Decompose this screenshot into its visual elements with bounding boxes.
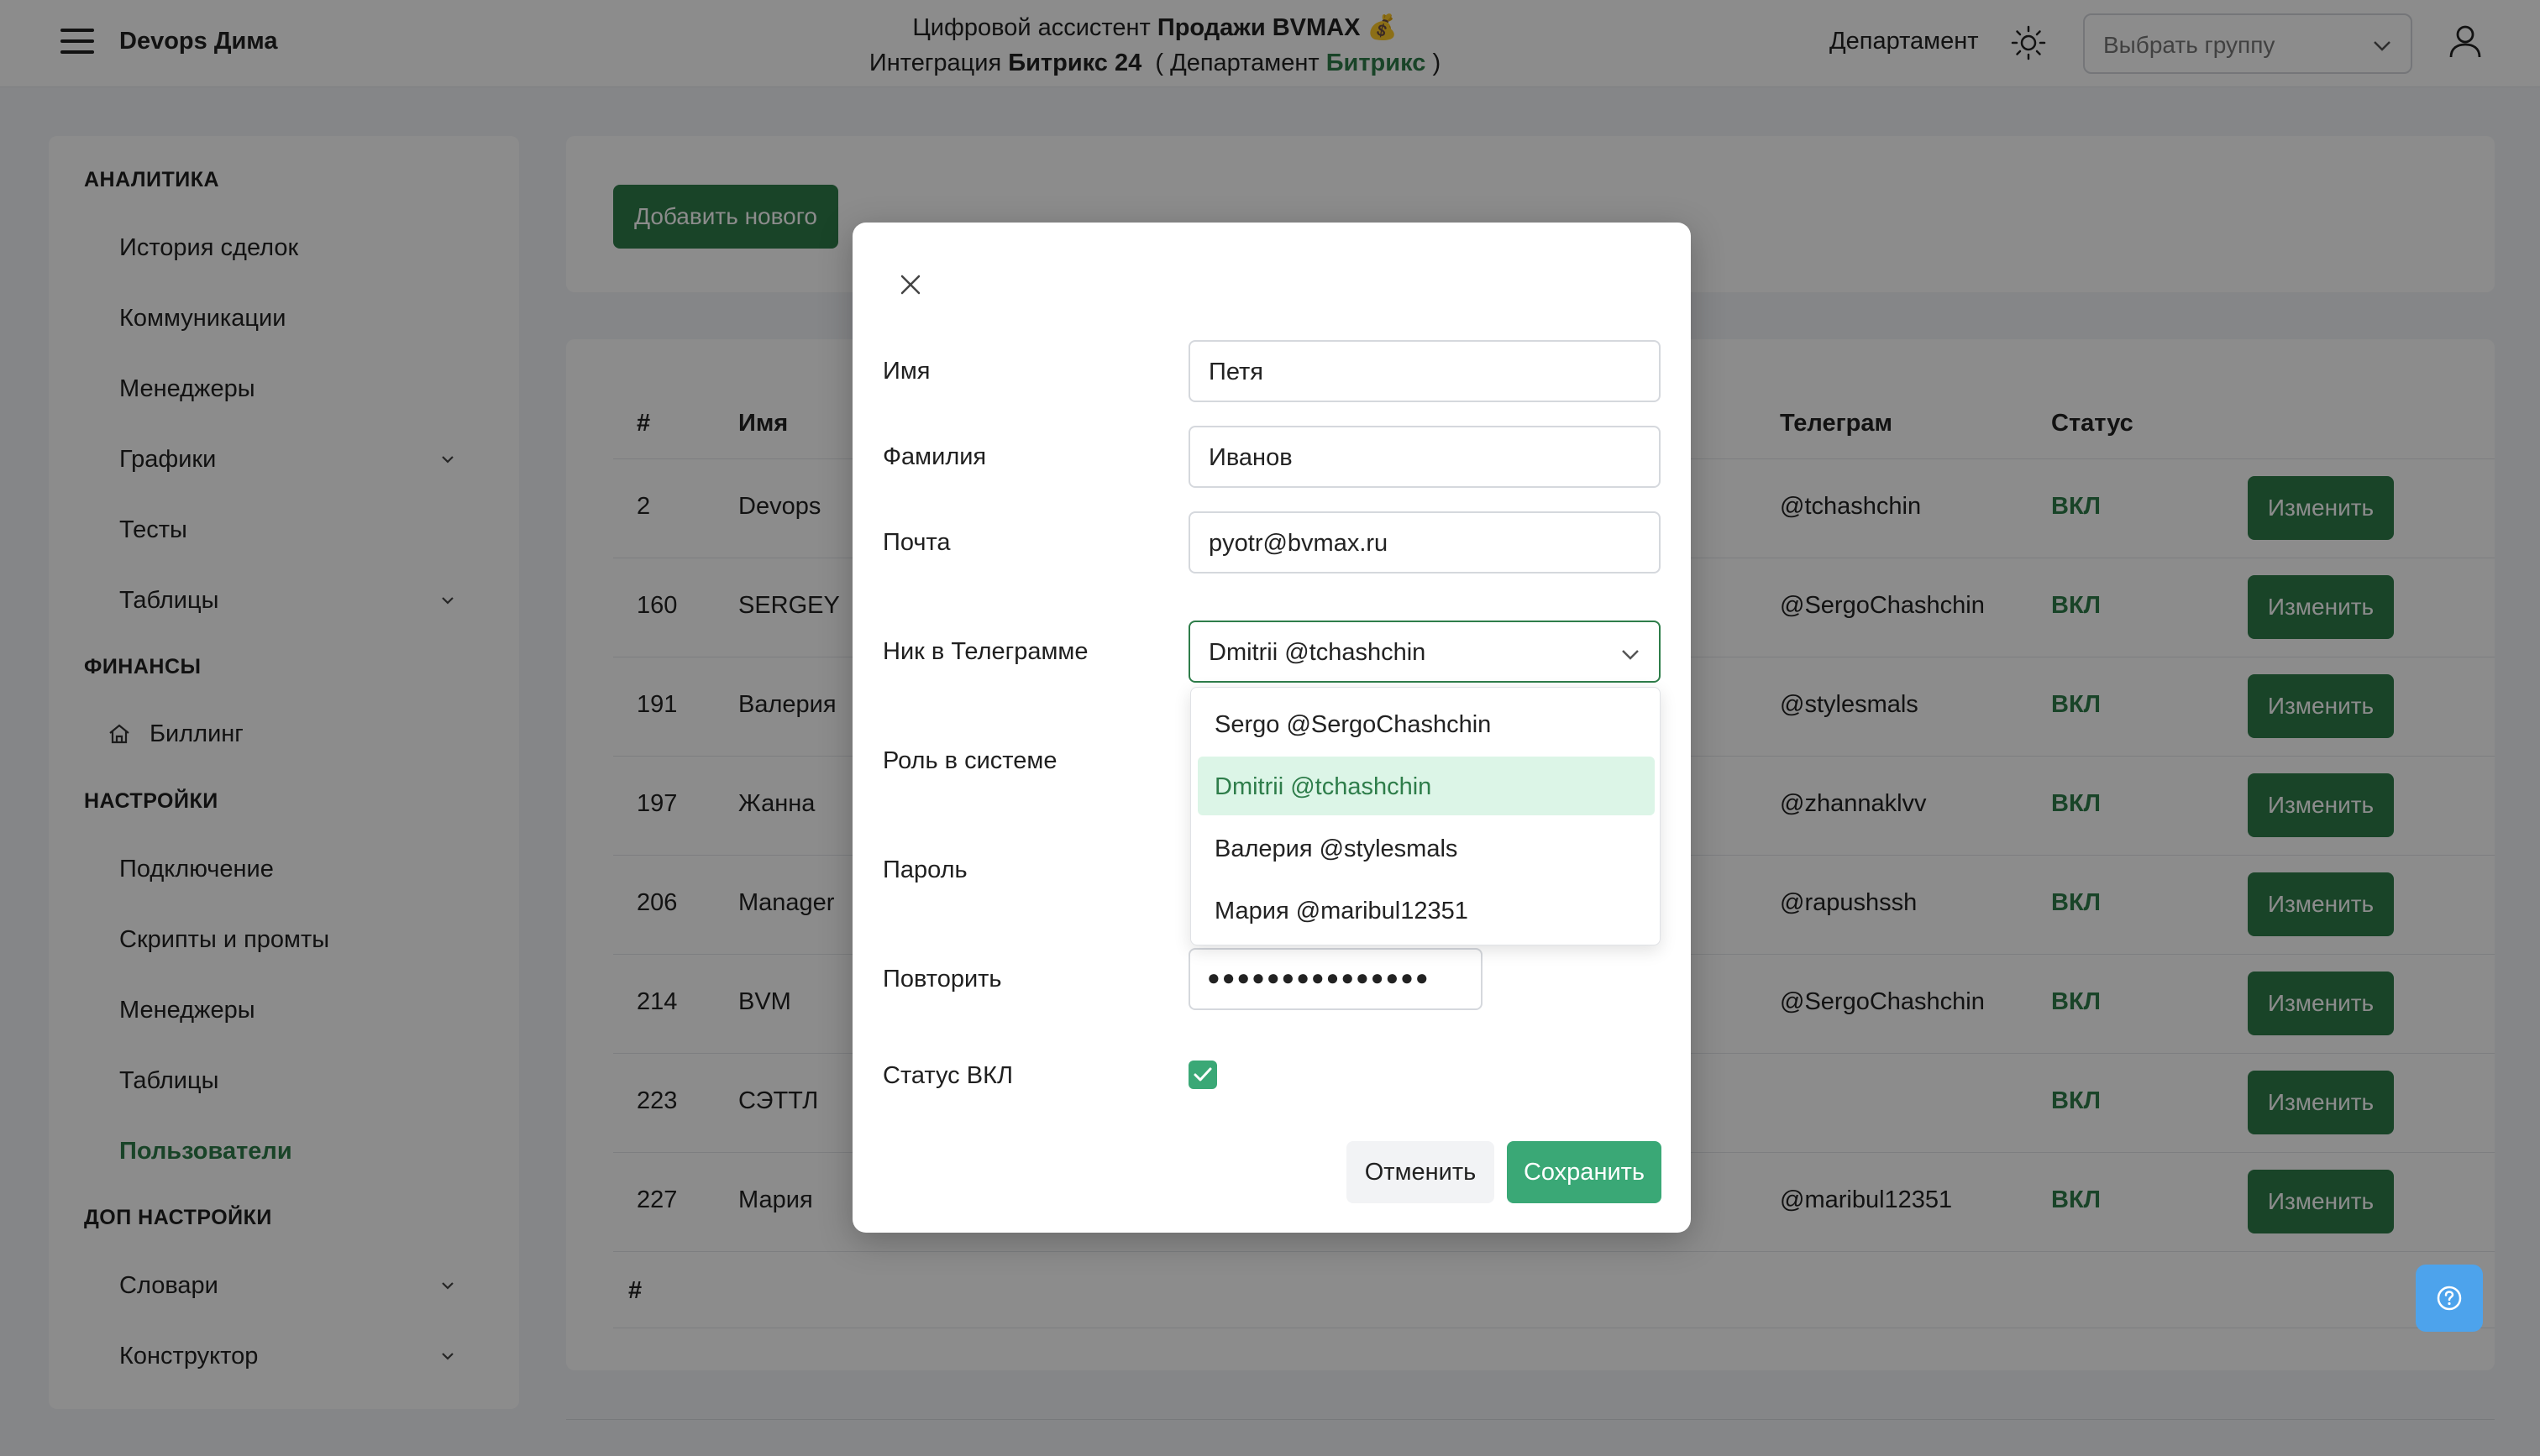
telegram-option[interactable]: Sergo @SergoChashchin bbox=[1198, 694, 1655, 753]
first-name-value: Петя bbox=[1209, 359, 1263, 385]
telegram-selected-value: Dmitrii @tchashchin bbox=[1209, 639, 1426, 666]
telegram-dropdown: Sergo @SergoChashchin Dmitrii @tchashchi… bbox=[1190, 687, 1661, 945]
email-value: pyotr@bvmax.ru bbox=[1209, 530, 1388, 557]
first-name-label: Имя bbox=[883, 358, 931, 385]
telegram-label: Ник в Телеграмме bbox=[883, 638, 1089, 665]
first-name-input[interactable]: Петя bbox=[1189, 340, 1661, 402]
question-icon bbox=[2437, 1286, 2462, 1311]
close-icon[interactable] bbox=[897, 271, 924, 298]
email-input[interactable]: pyotr@bvmax.ru bbox=[1189, 511, 1661, 573]
save-button[interactable]: Сохранить bbox=[1507, 1141, 1661, 1203]
telegram-select[interactable]: Dmitrii @tchashchin bbox=[1189, 621, 1661, 683]
last-name-label: Фамилия bbox=[883, 443, 987, 470]
cancel-button[interactable]: Отменить bbox=[1346, 1141, 1494, 1203]
last-name-input[interactable]: Иванов bbox=[1189, 426, 1661, 488]
telegram-option[interactable]: Валерия @stylesmals bbox=[1198, 819, 1655, 877]
status-checkbox[interactable] bbox=[1189, 1061, 1217, 1089]
chevron-down-icon bbox=[1622, 650, 1639, 660]
telegram-option[interactable]: Мария @maribul12351 bbox=[1198, 881, 1655, 940]
telegram-option-selected[interactable]: Dmitrii @tchashchin bbox=[1198, 757, 1655, 815]
repeat-password-input[interactable]: ●●●●●●●●●●●●●●● bbox=[1189, 948, 1483, 1010]
email-label: Почта bbox=[883, 529, 951, 556]
last-name-value: Иванов bbox=[1209, 444, 1293, 471]
role-label: Роль в системе bbox=[883, 747, 1057, 774]
check-icon bbox=[1194, 1067, 1212, 1082]
repeat-password-label: Повторить bbox=[883, 966, 1002, 992]
repeat-password-value: ●●●●●●●●●●●●●●● bbox=[1207, 965, 1430, 990]
help-button[interactable] bbox=[2416, 1265, 2483, 1332]
password-label: Пароль bbox=[883, 856, 968, 883]
status-label: Статус ВКЛ bbox=[883, 1062, 1013, 1089]
